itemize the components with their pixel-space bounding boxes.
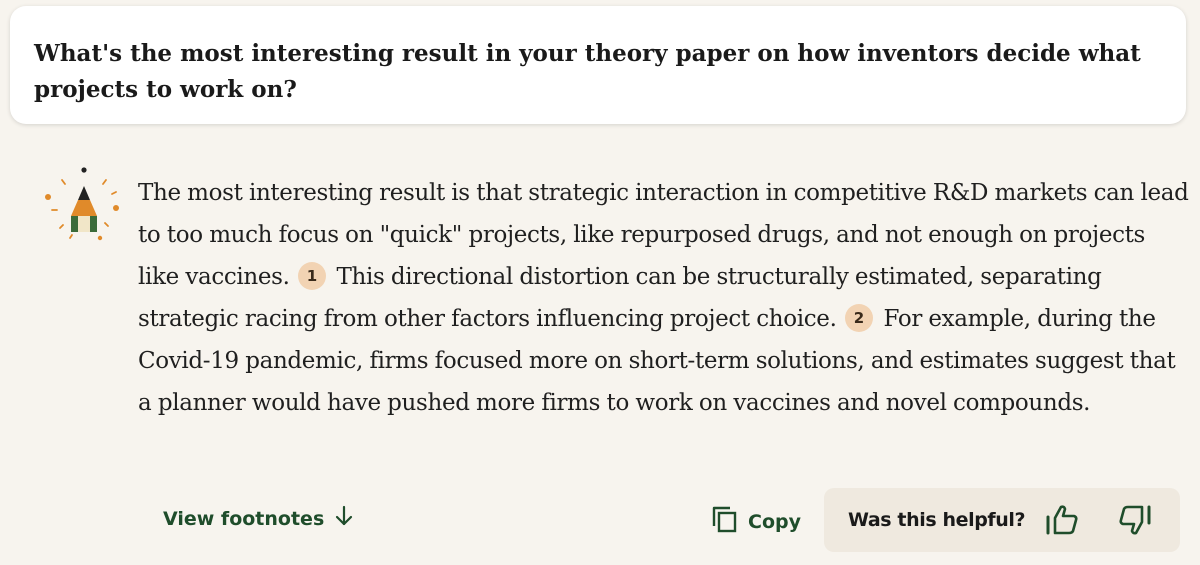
copy-icon [712,505,738,538]
citation-badge-2[interactable]: 2 [845,304,873,332]
answer-footer: View footnotes Copy Was this helpful? [0,485,1200,555]
thumbs-down-icon[interactable] [1117,504,1153,536]
citation-badge-1[interactable]: 1 [298,262,327,290]
question-card: What's the most interesting result in yo… [10,6,1186,124]
view-footnotes-label: View footnotes [163,507,325,530]
answer-paragraph: The most interesting result is that stra… [138,172,1190,424]
answer-text: The most interesting result is that stra… [138,172,1190,424]
pencil-avatar-icon [40,158,128,258]
helpful-prompt: Was this helpful? [848,509,1026,531]
arrow-down-icon [334,505,354,532]
copy-label: Copy [748,510,801,533]
feedback-box: Was this helpful? [824,488,1180,552]
copy-button[interactable]: Copy [712,505,801,538]
thumbs-up-icon[interactable] [1044,504,1080,536]
question-text: What's the most interesting result in yo… [34,40,1141,103]
view-footnotes-button[interactable]: View footnotes [163,505,354,532]
